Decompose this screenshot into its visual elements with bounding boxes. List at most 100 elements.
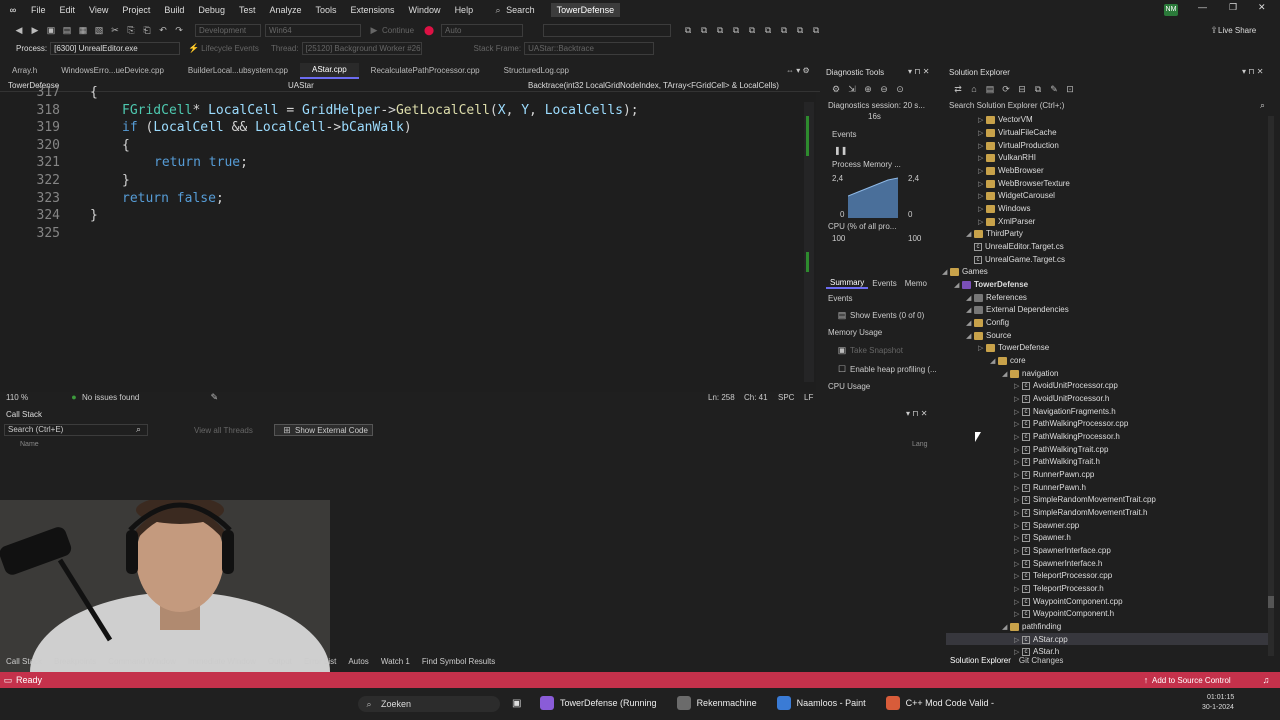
toolbar-misc-icon-9[interactable]: ⧉ [811,25,821,35]
tab-array-h[interactable]: Array.h [0,64,49,78]
brush-icon[interactable]: ✎ [209,392,219,402]
export-icon[interactable]: ⇲ [847,84,857,94]
solution-item[interactable]: ▷ XmlParser [978,216,1035,228]
nav-member[interactable]: Backtrace(int32 LocalGridNodeIndex, TArr… [528,81,790,90]
bottom-tab-find-symbol-results[interactable]: Find Symbol Results [416,657,501,666]
menu-build[interactable]: Build [157,0,191,20]
auto-select[interactable]: Auto [441,23,524,37]
solution-item[interactable]: ▷ WebBrowser [978,165,1044,177]
notifications-icon[interactable]: ♫ [1261,675,1271,685]
solution-item[interactable]: ◢ External Dependencies [966,304,1069,316]
expand-chevron-icon[interactable]: ◢ [942,267,950,279]
solution-item[interactable]: ◢ ThirdParty [966,228,1023,240]
stop-debug-icon[interactable]: ⬤ [424,25,434,35]
paste-icon[interactable]: ⎗ [142,25,152,35]
bottom-tab-output[interactable]: Output [262,657,298,666]
callstack-search[interactable]: Search (Ctrl+E) [4,424,148,436]
solution-item[interactable]: ▷ VirtualProduction [978,140,1059,152]
se-tab-solution-explorer[interactable]: Solution Explorer [946,656,1015,665]
properties-icon[interactable]: ✎ [1049,84,1059,94]
close-button[interactable]: ✕ [1258,2,1266,13]
tab-structuredlog-cpp[interactable]: StructuredLog.cpp [492,64,581,78]
expand-chevron-icon[interactable]: ◢ [990,356,998,368]
checkbox-icon[interactable]: ☐ [837,364,847,374]
col-name[interactable]: Name [20,441,39,448]
expand-chevron-icon[interactable]: ▷ [978,128,986,140]
taskbar-app[interactable]: C++ Mod Code Valid - [885,696,994,710]
diag-tab-memo[interactable]: Memo [901,279,931,288]
menu-help[interactable]: Help [448,0,481,20]
bottom-tab-call-stack[interactable]: Call Stack [0,657,48,666]
solution-item[interactable]: ▷ c SpawnerInterface.cpp [1014,545,1111,557]
code-line[interactable]: return true; [154,155,248,170]
save-all-icon[interactable]: ▧ [94,25,104,35]
bottom-tab-command-window[interactable]: Command Window [102,657,182,666]
view-all-threads[interactable]: View all Threads [194,426,253,435]
reset-zoom-icon[interactable]: ⊙ [895,84,905,94]
solution-item[interactable]: ▷ TowerDefense [978,342,1049,354]
solution-item[interactable]: ▷ c Spawner.h [1014,532,1071,544]
add-to-source-control[interactable]: Add to Source Control [1152,676,1231,685]
code-line[interactable]: if (LocalCell && LocalCell->bCanWalk) [122,120,412,135]
solution-item[interactable]: ▷ c SimpleRandomMovementTrait.h [1014,507,1147,519]
forward-icon[interactable]: ▶ [30,25,40,35]
solution-item[interactable]: ▷ c AvoidUnitProcessor.h [1014,393,1109,405]
redo-icon[interactable]: ↷ [174,25,184,35]
expand-chevron-icon[interactable]: ▷ [1014,419,1022,431]
sync-icon[interactable]: ⇄ [953,84,963,94]
code-line[interactable]: } [90,208,98,223]
solution-item[interactable]: ▷ c Spawner.cpp [1014,520,1079,532]
solution-item[interactable]: ▷ Windows [978,203,1030,215]
expand-chevron-icon[interactable]: ▷ [978,115,986,127]
solution-item[interactable]: ▷ c TeleportProcessor.cpp [1014,570,1112,582]
editor-scrollbar[interactable] [804,102,814,382]
solution-item[interactable]: ◢ core [990,355,1026,367]
bottom-tab-breakpoints[interactable]: Breakpoints [48,657,102,666]
solution-item[interactable]: ◢ References [966,292,1027,304]
menu-window[interactable]: Window [402,0,448,20]
pause-icon[interactable]: ❚❚ [834,146,847,155]
taskbar-search[interactable]: ⌕ Zoeken [358,696,500,712]
menu-project[interactable]: Project [115,0,157,20]
solution-item[interactable]: ▷ c SpawnerInterface.h [1014,558,1102,570]
continue-button[interactable]: Continue [382,26,414,35]
save-icon[interactable]: ▦ [78,25,88,35]
solution-item[interactable]: ▷ c PathWalkingTrait.h [1014,456,1100,468]
expand-chevron-icon[interactable]: ▷ [1014,647,1022,659]
diag-tab-summary[interactable]: Summary [826,278,869,289]
expand-chevron-icon[interactable]: ▷ [978,343,986,355]
user-avatar[interactable]: NM [1164,4,1178,16]
back-icon[interactable]: ◀ [14,25,24,35]
solution-item[interactable]: ▷ c RunnerPawn.h [1014,482,1086,494]
lifecycle-events[interactable]: Lifecycle Events [201,44,259,53]
code-line[interactable]: { [122,138,130,153]
col-lang[interactable]: Lang [912,441,928,448]
settings-icon[interactable]: ⚙ [831,84,841,94]
tab-astar-cpp[interactable]: AStar.cpp [299,63,359,79]
solution-item[interactable]: ▷ VirtualFileCache [978,127,1057,139]
menu-extensions[interactable]: Extensions [344,0,402,20]
show-events-row[interactable]: ▤ Show Events (0 of 0) [834,310,925,320]
search-box[interactable]: ⌕ Search [490,5,535,15]
show-events[interactable]: Show Events (0 of 0) [850,311,924,320]
taskbar-app[interactable]: Rekenmachine [676,696,757,710]
cut-icon[interactable]: ✂ [110,25,120,35]
menu-edit[interactable]: Edit [53,0,83,20]
expand-chevron-icon[interactable]: ▷ [978,204,986,216]
taskbar-app[interactable]: Naamloos - Paint [776,696,866,710]
expand-chevron-icon[interactable]: ◢ [966,331,974,343]
solution-scrollbar[interactable] [1268,116,1274,656]
solution-item[interactable]: ▷ VulkanRHI [978,152,1036,164]
expand-chevron-icon[interactable]: ◢ [966,318,974,330]
take-snapshot[interactable]: Take Snapshot [850,346,903,355]
process-select[interactable]: [6300] UnrealEditor.exe [50,41,181,55]
code-line[interactable]: FGridCell* LocalCell = GridHelper->GetLo… [122,103,639,118]
code-line[interactable]: { [90,85,98,100]
tab-recalculatepathprocessor-cpp[interactable]: RecalculatePathProcessor.cpp [359,64,492,78]
zoom-out-icon[interactable]: ⊖ [879,84,889,94]
stack-frame-select[interactable]: UAStar::Backtrace [524,41,655,55]
expand-chevron-icon[interactable]: ▷ [978,153,986,165]
source-control-icon[interactable]: ↑ [1141,675,1151,685]
diag-tab-events[interactable]: Events [868,279,900,288]
taskbar-app[interactable]: TowerDefense (Running [540,696,657,710]
